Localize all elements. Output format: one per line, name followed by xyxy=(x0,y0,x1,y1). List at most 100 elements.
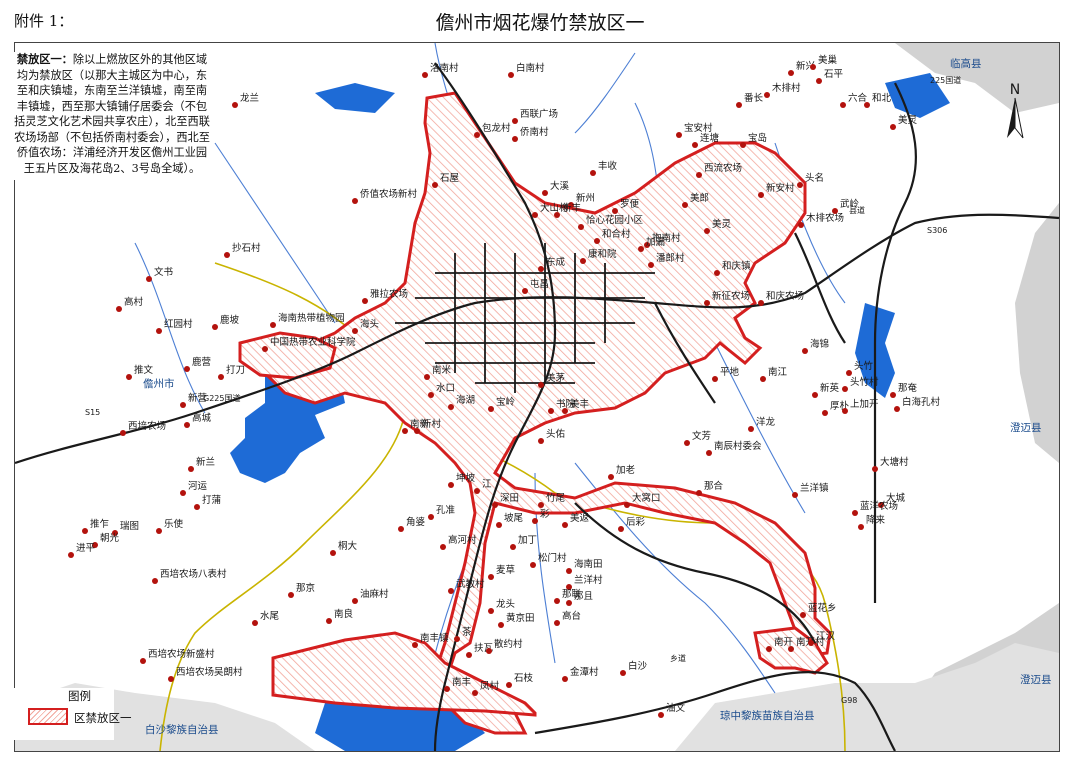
place-marker-dot[interactable] xyxy=(532,518,538,524)
place-marker-dot[interactable] xyxy=(140,658,146,664)
place-marker-dot[interactable] xyxy=(474,132,480,138)
place-marker-dot[interactable] xyxy=(692,142,698,148)
place-marker-dot[interactable] xyxy=(428,392,434,398)
place-marker-dot[interactable] xyxy=(538,438,544,444)
place-marker-dot[interactable] xyxy=(428,514,434,520)
place-marker-dot[interactable] xyxy=(554,598,560,604)
place-marker-dot[interactable] xyxy=(810,64,816,70)
place-marker-dot[interactable] xyxy=(270,322,276,328)
place-marker-dot[interactable] xyxy=(608,474,614,480)
place-marker-dot[interactable] xyxy=(168,676,174,682)
place-marker-dot[interactable] xyxy=(788,70,794,76)
place-marker-dot[interactable] xyxy=(816,78,822,84)
place-marker-dot[interactable] xyxy=(684,440,690,446)
place-marker-dot[interactable] xyxy=(326,618,332,624)
place-marker-dot[interactable] xyxy=(542,190,548,196)
place-marker-dot[interactable] xyxy=(846,370,852,376)
place-marker-dot[interactable] xyxy=(188,466,194,472)
place-marker-dot[interactable] xyxy=(858,524,864,530)
place-marker-dot[interactable] xyxy=(706,450,712,456)
place-marker-dot[interactable] xyxy=(872,466,878,472)
place-marker-dot[interactable] xyxy=(474,488,480,494)
place-marker-dot[interactable] xyxy=(712,376,718,382)
place-marker-dot[interactable] xyxy=(554,620,560,626)
place-marker-dot[interactable] xyxy=(624,502,630,508)
place-marker-dot[interactable] xyxy=(448,588,454,594)
place-marker-dot[interactable] xyxy=(890,124,896,130)
place-marker-dot[interactable] xyxy=(448,404,454,410)
place-marker-dot[interactable] xyxy=(252,620,258,626)
place-marker-dot[interactable] xyxy=(758,300,764,306)
place-marker-dot[interactable] xyxy=(764,92,770,98)
place-marker-dot[interactable] xyxy=(812,392,818,398)
place-marker-dot[interactable] xyxy=(492,502,498,508)
place-marker-dot[interactable] xyxy=(704,228,710,234)
place-marker-dot[interactable] xyxy=(440,544,446,550)
place-marker-dot[interactable] xyxy=(330,550,336,556)
place-marker-dot[interactable] xyxy=(522,288,528,294)
place-marker-dot[interactable] xyxy=(562,522,568,528)
place-marker-dot[interactable] xyxy=(156,328,162,334)
place-marker-dot[interactable] xyxy=(506,682,512,688)
place-marker-dot[interactable] xyxy=(466,652,472,658)
place-marker-dot[interactable] xyxy=(562,408,568,414)
place-marker-dot[interactable] xyxy=(116,306,122,312)
place-marker-dot[interactable] xyxy=(432,182,438,188)
place-marker-dot[interactable] xyxy=(638,246,644,252)
place-marker-dot[interactable] xyxy=(682,202,688,208)
place-marker-dot[interactable] xyxy=(512,136,518,142)
place-marker-dot[interactable] xyxy=(68,552,74,558)
place-marker-dot[interactable] xyxy=(180,402,186,408)
place-marker-dot[interactable] xyxy=(788,646,794,652)
place-marker-dot[interactable] xyxy=(212,324,218,330)
place-marker-dot[interactable] xyxy=(538,502,544,508)
prohibited-zone[interactable] xyxy=(238,91,832,735)
place-marker-dot[interactable] xyxy=(808,640,814,646)
place-marker-dot[interactable] xyxy=(194,504,200,510)
place-marker-dot[interactable] xyxy=(802,348,808,354)
place-marker-dot[interactable] xyxy=(792,492,798,498)
place-marker-dot[interactable] xyxy=(736,102,742,108)
place-marker-dot[interactable] xyxy=(398,526,404,532)
place-marker-dot[interactable] xyxy=(566,568,572,574)
place-marker-dot[interactable] xyxy=(498,622,504,628)
place-marker-dot[interactable] xyxy=(894,406,900,412)
place-marker-dot[interactable] xyxy=(548,408,554,414)
place-marker-dot[interactable] xyxy=(740,142,746,148)
place-marker-dot[interactable] xyxy=(120,430,126,436)
place-marker-dot[interactable] xyxy=(538,266,544,272)
place-marker-dot[interactable] xyxy=(800,612,806,618)
place-marker-dot[interactable] xyxy=(620,670,626,676)
place-marker-dot[interactable] xyxy=(126,374,132,380)
place-marker-dot[interactable] xyxy=(766,646,772,652)
place-marker-dot[interactable] xyxy=(422,72,428,78)
place-marker-dot[interactable] xyxy=(852,510,858,516)
place-marker-dot[interactable] xyxy=(580,258,586,264)
place-marker-dot[interactable] xyxy=(566,600,572,606)
place-marker-dot[interactable] xyxy=(696,172,702,178)
place-marker-dot[interactable] xyxy=(704,300,710,306)
place-marker-dot[interactable] xyxy=(232,102,238,108)
place-marker-dot[interactable] xyxy=(676,132,682,138)
place-marker-dot[interactable] xyxy=(486,648,492,654)
place-marker-dot[interactable] xyxy=(184,422,190,428)
place-marker-dot[interactable] xyxy=(180,490,186,496)
place-marker-dot[interactable] xyxy=(488,608,494,614)
place-marker-dot[interactable] xyxy=(798,222,804,228)
place-marker-dot[interactable] xyxy=(262,346,268,352)
place-marker-dot[interactable] xyxy=(444,686,450,692)
place-marker-dot[interactable] xyxy=(532,212,538,218)
place-marker-dot[interactable] xyxy=(758,192,764,198)
place-marker-dot[interactable] xyxy=(538,382,544,388)
place-marker-dot[interactable] xyxy=(412,642,418,648)
place-marker-dot[interactable] xyxy=(352,198,358,204)
zone-main[interactable] xyxy=(262,91,832,735)
place-marker-dot[interactable] xyxy=(562,676,568,682)
place-marker-dot[interactable] xyxy=(152,578,158,584)
place-marker-dot[interactable] xyxy=(832,208,838,214)
place-marker-dot[interactable] xyxy=(748,426,754,432)
place-marker-dot[interactable] xyxy=(454,636,460,642)
place-marker-dot[interactable] xyxy=(488,574,494,580)
place-marker-dot[interactable] xyxy=(822,410,828,416)
place-marker-dot[interactable] xyxy=(590,170,596,176)
